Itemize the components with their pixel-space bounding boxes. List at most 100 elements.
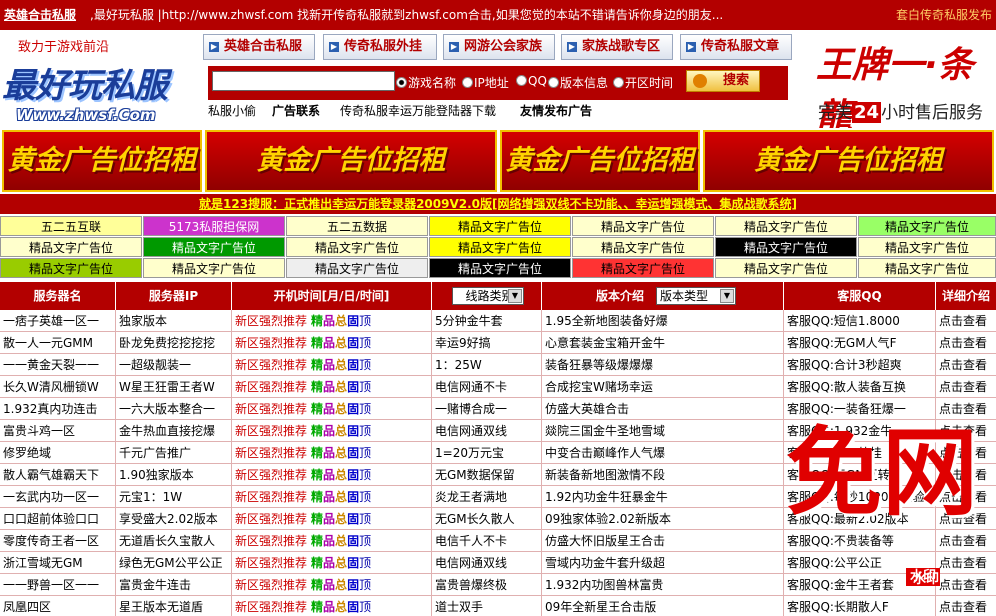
recommend-badge: 品 bbox=[323, 314, 336, 328]
line-type-cell: 电信网通双线 bbox=[432, 420, 542, 442]
radio-ip[interactable]: IP地址 bbox=[462, 74, 509, 91]
text-ad-slot[interactable]: 精品文字广告位 bbox=[0, 237, 142, 257]
server-name-link[interactable]: 一一野兽一区一一 bbox=[0, 574, 116, 596]
recommend-cell: 新区强烈推荐 精品总固顶 bbox=[232, 332, 432, 354]
recommend-badge: 固 bbox=[347, 490, 360, 504]
search-input[interactable] bbox=[212, 71, 395, 91]
chevron-down-icon: ▼ bbox=[720, 289, 734, 303]
recommend-badge: 顶 bbox=[359, 446, 372, 460]
tab-articles[interactable]: ▶ 传奇私服文章 bbox=[680, 34, 792, 60]
server-name-link[interactable]: 凤凰四区 bbox=[0, 596, 116, 616]
version-type-select[interactable]: 版本类型 ▼ bbox=[656, 287, 736, 305]
server-ip-cell: 1.90独家版本 bbox=[116, 464, 232, 486]
gold-ad-slot[interactable]: 黄金广告位招租 bbox=[2, 130, 202, 192]
server-name-link[interactable]: 散一人一元GMM bbox=[0, 332, 116, 354]
text-ad-slot[interactable]: 精品文字广告位 bbox=[286, 237, 428, 257]
recommend-badge: 固 bbox=[347, 600, 360, 614]
recommend-badge: 精 bbox=[311, 556, 324, 570]
recommend-badge: 固 bbox=[347, 468, 360, 482]
recommend-cell: 新区强烈推荐 精品总固顶 bbox=[232, 420, 432, 442]
text-ad-slot[interactable]: 精品文字广告位 bbox=[143, 237, 285, 257]
recommend-badge: 顶 bbox=[359, 490, 372, 504]
text-ad-slot[interactable]: 精品文字广告位 bbox=[572, 237, 714, 257]
text-ad-slot[interactable]: 精品文字广告位 bbox=[715, 237, 857, 257]
server-name-link[interactable]: 修罗绝域 bbox=[0, 442, 116, 464]
recommend-badge: 固 bbox=[347, 512, 360, 526]
server-name-link[interactable]: 一一黄金天裂一一 bbox=[0, 354, 116, 376]
text-ad-slot[interactable]: 精品文字广告位 bbox=[572, 258, 714, 278]
detail-link[interactable]: 点击查看 bbox=[936, 354, 996, 376]
detail-link[interactable]: 点击查看 bbox=[936, 310, 996, 332]
version-cell: 合成挖宝W赌场幸运 bbox=[542, 376, 784, 398]
king-banner-ad[interactable]: 王牌一·条龍 完美 24 小时售后服务 bbox=[802, 30, 996, 138]
site-logo[interactable]: 致力于游戏前沿 最好玩私服 Www.zhwsf.Com bbox=[0, 30, 200, 128]
server-name-link[interactable]: 长久W清风栅锁W bbox=[0, 376, 116, 398]
link-server-thief[interactable]: 私服小偷 bbox=[208, 100, 256, 122]
text-ad-slot[interactable]: 5173私服担保网 bbox=[143, 216, 285, 236]
server-name-link[interactable]: 零度传奇王者一区 bbox=[0, 530, 116, 552]
text-ad-slot[interactable]: 精品文字广告位 bbox=[858, 216, 996, 236]
search-button[interactable]: 搜索 bbox=[686, 70, 760, 92]
tab-guild[interactable]: ▶ 网游公会家族 bbox=[443, 34, 555, 60]
line-type-cell: 炎龙王者满地 bbox=[432, 486, 542, 508]
recommend-badge: 固 bbox=[347, 358, 360, 372]
tab-legend-plugin[interactable]: ▶ 传奇私服外挂 bbox=[323, 34, 437, 60]
recommend-badge: 精 bbox=[311, 468, 324, 482]
text-ad-slot[interactable]: 精品文字广告位 bbox=[715, 258, 857, 278]
recommend-label: 新区强烈推荐 bbox=[235, 336, 308, 350]
text-ad-slot[interactable]: 精品文字广告位 bbox=[429, 237, 571, 257]
recommend-badge: 精 bbox=[311, 446, 324, 460]
tab-family-war[interactable]: ▶ 家族战歌专区 bbox=[561, 34, 673, 60]
text-ad-slot[interactable]: 精品文字广告位 bbox=[429, 216, 571, 236]
server-name-link[interactable]: 1.932真内功连击 bbox=[0, 398, 116, 420]
text-ad-grid: 五二五互联 5173私服担保网 五二五数据 精品文字广告位 精品文字广告位 精品文字广告位… bbox=[0, 216, 996, 280]
server-ip-cell: W星王狂雷王者W bbox=[116, 376, 232, 398]
text-ad-slot[interactable]: 精品文字广告位 bbox=[143, 258, 285, 278]
line-type-cell: 电信网通不卡 bbox=[432, 376, 542, 398]
line-type-cell: 1：25W bbox=[432, 354, 542, 376]
radio-selected-icon bbox=[396, 77, 407, 88]
recommend-badge: 顶 bbox=[359, 314, 372, 328]
top-right-link[interactable]: 套白传奇私服发布 bbox=[896, 0, 992, 30]
site-name-link[interactable]: 英雄合击私服 bbox=[4, 0, 76, 30]
line-type-cell: 电信网通双线 bbox=[432, 552, 542, 574]
text-ad-slot[interactable]: 精品文字广告位 bbox=[715, 216, 857, 236]
server-name-link[interactable]: 口口超前体验口口 bbox=[0, 508, 116, 530]
text-ad-slot[interactable]: 五二五互联 bbox=[0, 216, 142, 236]
recommend-label: 新区强烈推荐 bbox=[235, 600, 308, 614]
text-ad-slot[interactable]: 精品文字广告位 bbox=[0, 258, 142, 278]
text-ad-slot[interactable]: 精品文字广告位 bbox=[572, 216, 714, 236]
text-ad-slot[interactable]: 精品文字广告位 bbox=[858, 258, 996, 278]
tab-hero-server[interactable]: ▶ 英雄合击私服 bbox=[203, 34, 315, 60]
text-ad-slot[interactable]: 精品文字广告位 bbox=[286, 258, 428, 278]
radio-game-name[interactable]: 游戏名称 bbox=[396, 74, 456, 91]
gold-ad-slot[interactable]: 黄金广告位招租 bbox=[500, 130, 700, 192]
recommend-cell: 新区强烈推荐 精品总固顶 bbox=[232, 508, 432, 530]
server-name-link[interactable]: 一玄武内功一区一 bbox=[0, 486, 116, 508]
announcement-link[interactable]: 就是123搜服：正式推出幸运万能登录器2009V2.0版[网络增强双线不卡功能、… bbox=[0, 194, 996, 214]
server-name-link[interactable]: 富贵斗鸡一区 bbox=[0, 420, 116, 442]
server-name-link[interactable]: 一痞子英雄一区一 bbox=[0, 310, 116, 332]
link-publish-ad[interactable]: 友情发布广告 bbox=[520, 100, 592, 122]
search-bar: 游戏名称 IP地址 QQ 版本信息 开区时间 搜索 bbox=[208, 66, 788, 100]
detail-link[interactable]: 点击查看 bbox=[936, 332, 996, 354]
recommend-label: 新区强烈推荐 bbox=[235, 490, 308, 504]
radio-qq[interactable]: QQ bbox=[516, 74, 547, 88]
radio-open-time[interactable]: 开区时间 bbox=[613, 74, 673, 91]
radio-version[interactable]: 版本信息 bbox=[548, 74, 608, 91]
recommend-badge: 品 bbox=[323, 490, 336, 504]
server-name-link[interactable]: 浙江雪域无GM bbox=[0, 552, 116, 574]
text-ad-slot[interactable]: 精品文字广告位 bbox=[429, 258, 571, 278]
server-name-link[interactable]: 散人霸气雄霸天下 bbox=[0, 464, 116, 486]
detail-link[interactable]: 点击查看 bbox=[936, 596, 996, 616]
arrow-icon: ▶ bbox=[449, 42, 459, 52]
line-type-select[interactable]: 线路类别 ▼ bbox=[452, 287, 524, 305]
gold-ad-slot[interactable]: 黄金广告位招租 bbox=[205, 130, 497, 192]
link-login-download[interactable]: 传奇私服幸运万能登陆器下载 bbox=[340, 100, 496, 122]
link-ad-contact[interactable]: 广告联系 bbox=[272, 100, 320, 122]
col-server-name: 服务器名 bbox=[0, 282, 116, 310]
detail-link[interactable]: 点击查看 bbox=[936, 376, 996, 398]
text-ad-slot[interactable]: 精品文字广告位 bbox=[858, 237, 996, 257]
gold-ad-slot[interactable]: 黄金广告位招租 bbox=[703, 130, 994, 192]
text-ad-slot[interactable]: 五二五数据 bbox=[286, 216, 428, 236]
